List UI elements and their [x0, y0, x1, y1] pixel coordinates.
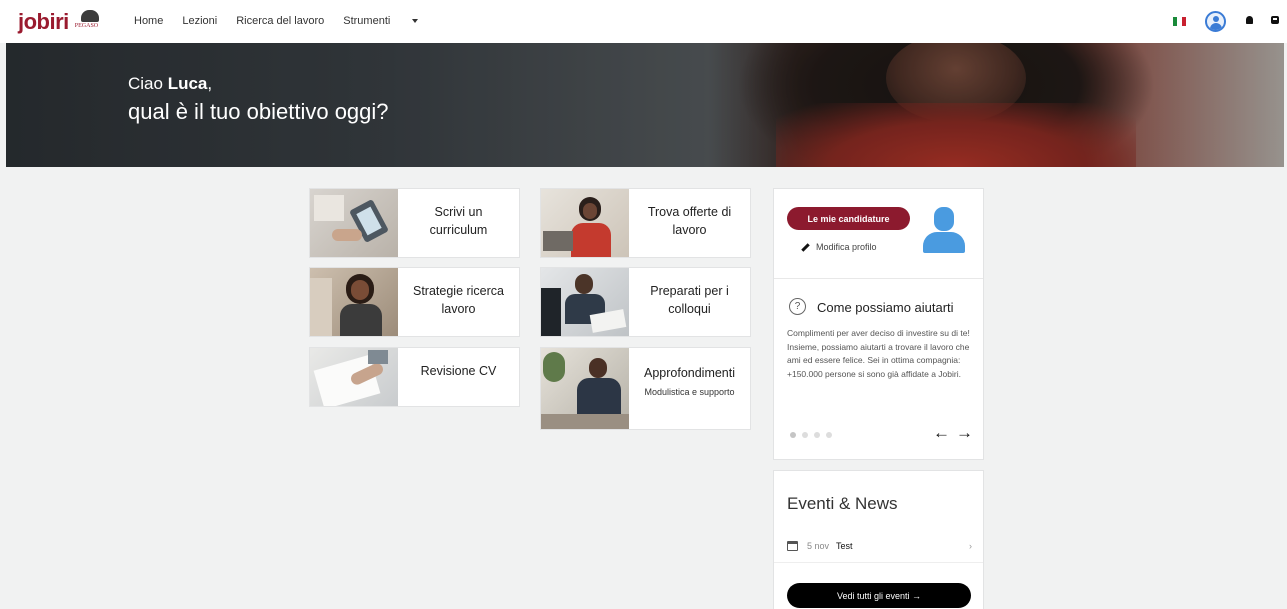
tile-label: Strategie ricerca lavoro [412, 284, 504, 316]
event-date: 5 nov [807, 541, 830, 551]
arrow-left-icon[interactable]: ← [933, 423, 950, 443]
carousel-dot[interactable] [802, 432, 808, 438]
tile-image-find-jobs [541, 189, 629, 257]
message-icon[interactable] [1271, 16, 1279, 24]
nav-item-strumenti[interactable]: Strumenti [343, 15, 419, 27]
italy-flag-icon[interactable] [1173, 17, 1186, 26]
edit-profile-label: Modifica profilo [816, 242, 877, 252]
nav-item-ricerca-lavoro[interactable]: Ricerca del lavoro [236, 15, 324, 27]
tile-find-jobs[interactable]: Trova offerte di lavoro [540, 188, 751, 258]
partner-logo: PEGASO [75, 10, 105, 34]
profile-help-panel: Le mie candidature Modifica profilo ? Co… [773, 188, 984, 460]
carousel-dots [790, 432, 832, 438]
jobiri-logo[interactable]: jobiri PEGASO [18, 8, 105, 36]
tile-label: Scrivi un curriculum [429, 205, 488, 237]
event-name: Test [836, 541, 853, 551]
greeting: Ciao Luca, [128, 74, 212, 94]
tile-image-insights [541, 348, 629, 429]
tile-job-search-strategies[interactable]: Strategie ricerca lavoro [309, 267, 520, 337]
nav-item-lezioni[interactable]: Lezioni [182, 15, 217, 27]
user-icon[interactable] [1205, 11, 1226, 32]
greeting-suffix: , [207, 74, 213, 93]
help-icon: ? [789, 298, 806, 315]
user-name: Luca [167, 74, 208, 93]
tile-image-interview [541, 268, 629, 336]
chevron-right-icon: › [969, 541, 972, 551]
chevron-down-icon [412, 19, 419, 24]
carousel-dot[interactable] [790, 432, 796, 438]
tile-image-strategies [310, 268, 398, 336]
tile-label: Approfondimenti [643, 366, 736, 380]
divider [774, 278, 983, 279]
edit-profile-link[interactable]: Modifica profilo [801, 242, 877, 252]
tile-label-group: Approfondimenti Modulistica e supporto [629, 348, 750, 429]
carousel-dot[interactable] [814, 432, 820, 438]
my-applications-button[interactable]: Le mie candidature [787, 207, 910, 230]
help-title: Come possiamo aiutarti [817, 300, 954, 315]
carousel-dot[interactable] [826, 432, 832, 438]
arrow-right-icon[interactable]: → [956, 423, 973, 443]
event-item[interactable]: 5 nov Test › [787, 538, 972, 554]
tile-interview-prep[interactable]: Preparati per i colloqui [540, 267, 751, 337]
avatar[interactable] [923, 207, 965, 253]
tile-insights[interactable]: Approfondimenti Modulistica e supporto [540, 347, 751, 430]
help-text: Complimenti per aver deciso di investire… [787, 328, 970, 379]
nav-item-strumenti-label: Strumenti [343, 15, 391, 27]
tile-sublabel: Modulistica e supporto [644, 387, 735, 397]
partner-logo-text: PEGASO [74, 23, 99, 29]
divider [774, 562, 983, 563]
logo-wordmark: jobiri [18, 9, 69, 34]
greeting-prefix: Ciao [128, 74, 163, 93]
all-events-button[interactable]: Vedi tutti gli eventi → [787, 583, 971, 608]
calendar-icon [787, 541, 798, 551]
tile-image-write-cv [310, 189, 398, 257]
hero-banner: Ciao Luca, qual è il tuo obiettivo oggi? [6, 43, 1284, 167]
events-news-panel: Eventi & News 5 nov Test › Vedi tutti gl… [773, 470, 984, 609]
tile-label: Trova offerte di lavoro [647, 205, 732, 237]
tile-cv-review[interactable]: Revisione CV [309, 347, 520, 407]
nav-item-home[interactable]: Home [134, 15, 163, 27]
tile-image-cv-review [310, 348, 398, 406]
main-menu: Home Lezioni Ricerca del lavoro Strument… [134, 15, 437, 27]
pencil-icon [801, 242, 810, 252]
goal-question: qual è il tuo obiettivo oggi? [128, 99, 389, 124]
tile-write-cv[interactable]: Scrivi un curriculum [309, 188, 520, 258]
events-title: Eventi & News [787, 494, 898, 513]
tile-label: Revisione CV [420, 364, 497, 378]
top-navbar: jobiri PEGASO Home Lezioni Ricerca del l… [0, 0, 1287, 43]
tile-label: Preparati per i colloqui [650, 284, 729, 316]
bell-icon[interactable] [1246, 16, 1253, 24]
